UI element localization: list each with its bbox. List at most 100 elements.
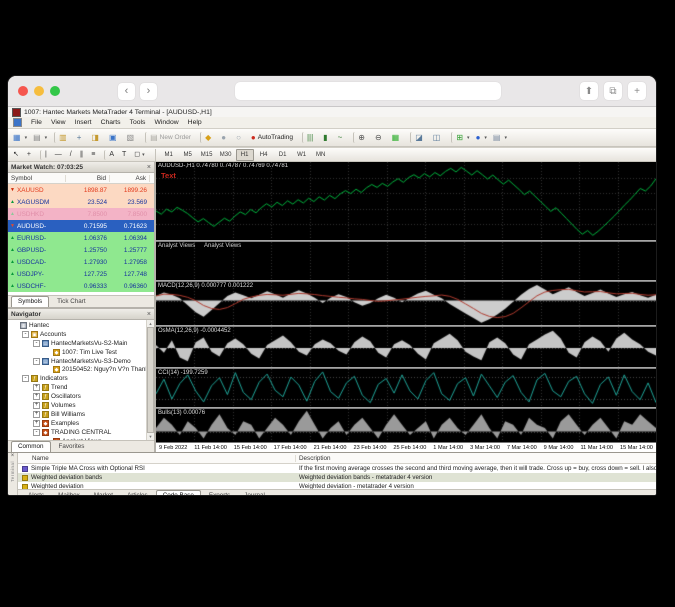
tree-item[interactable]: - ◆ TRADING CENTRAL bbox=[8, 428, 146, 437]
tree-expander-icon[interactable]: - bbox=[33, 340, 40, 347]
scroll-down-icon[interactable]: ▼ bbox=[149, 434, 153, 439]
close-icon[interactable]: × bbox=[147, 311, 151, 318]
toolbar-button[interactable]: ⊖ bbox=[373, 132, 388, 143]
drawing-tool-button[interactable]: A bbox=[104, 150, 118, 160]
tree-item[interactable]: - ▤ HantecMarketsVu-S3-Demo bbox=[8, 357, 146, 366]
toolbar-button[interactable]: ○ bbox=[234, 132, 247, 143]
new-tab-button[interactable]: + bbox=[628, 82, 646, 100]
terminal-tab[interactable]: Alerts bbox=[22, 491, 50, 495]
price-chart-pane[interactable]: AUDUSD-,H1 0.74780 0.74787 0.74769 0.747… bbox=[156, 162, 656, 240]
timeframe-button[interactable]: M30 bbox=[217, 149, 235, 161]
tree-item[interactable]: + ◆ Examples bbox=[8, 419, 146, 428]
drawing-tool-button[interactable]: ∥ bbox=[78, 150, 88, 160]
market-watch-row[interactable]: ▲GBPUSD- 1.25750 1.25777 bbox=[8, 244, 154, 256]
timeframe-button[interactable]: M5 bbox=[179, 149, 197, 161]
osma-pane[interactable]: OsMA(12,26,9) -0.0004452 bbox=[156, 327, 656, 367]
codebase-row[interactable]: Weighted deviation bands Weighted deviat… bbox=[18, 473, 656, 482]
toolbar-button[interactable]: + bbox=[75, 132, 88, 143]
drawing-tool-button[interactable]: ≡ bbox=[89, 150, 99, 160]
forward-button[interactable]: › bbox=[140, 83, 157, 100]
column-description[interactable]: Description bbox=[296, 455, 656, 462]
column-bid[interactable]: Bid bbox=[66, 175, 110, 182]
tree-expander-icon[interactable]: + bbox=[33, 411, 40, 418]
toolbar-button[interactable]: ◆ bbox=[200, 132, 217, 143]
market-watch-row[interactable]: ▲USDCHF- 0.96333 0.96360 bbox=[8, 280, 154, 292]
share-icon[interactable]: ⬆ bbox=[580, 82, 598, 100]
market-watch-row[interactable]: ▲USDJPY- 127.725 127.748 bbox=[8, 268, 154, 280]
toolbar-button[interactable]: ◫ bbox=[431, 132, 447, 143]
menu-item[interactable]: Window bbox=[154, 119, 178, 126]
column-ask[interactable]: Ask bbox=[110, 175, 150, 182]
toolbar-button[interactable]: ◨ bbox=[89, 132, 105, 143]
toolbar-button[interactable]: ● ▾ bbox=[474, 132, 489, 143]
tree-item[interactable]: - ▤ HantecMarketsVu-S2-Main bbox=[8, 339, 146, 348]
terminal-tab[interactable]: Mailbox bbox=[52, 491, 86, 495]
bulls-power-pane[interactable]: Bulls(13) 0.00076 bbox=[156, 409, 656, 442]
close-window-button[interactable] bbox=[18, 86, 28, 96]
toolbar-button[interactable]: ~ bbox=[336, 132, 349, 143]
tab-tick-chart[interactable]: Tick Chart bbox=[51, 297, 91, 307]
timeframe-button[interactable]: M1 bbox=[160, 149, 178, 161]
timeframe-button[interactable]: MN bbox=[312, 149, 330, 161]
timeframe-button[interactable]: M15 bbox=[198, 149, 216, 161]
tree-expander-icon[interactable]: - bbox=[22, 375, 29, 382]
drawing-tool-button[interactable]: + bbox=[25, 150, 35, 160]
menu-item[interactable]: Tools bbox=[130, 119, 146, 126]
tree-expander-icon[interactable]: + bbox=[33, 402, 40, 409]
toolbar-button[interactable]: ▮ bbox=[321, 132, 333, 143]
column-name[interactable]: Name bbox=[18, 455, 296, 462]
tree-item[interactable]: - ƒ Indicators bbox=[8, 374, 146, 383]
menu-item[interactable]: Charts bbox=[101, 119, 121, 126]
close-icon[interactable]: × bbox=[11, 453, 15, 460]
scroll-up-icon[interactable]: ▲ bbox=[149, 321, 153, 326]
column-symbol[interactable]: Symbol bbox=[8, 175, 66, 182]
market-watch-row[interactable]: ▼XAUUSD 1898.87 1899.26 bbox=[8, 184, 154, 196]
address-bar[interactable] bbox=[235, 82, 501, 100]
toolbar-button[interactable]: ⊞ ▾ bbox=[451, 132, 471, 143]
toolbar-button[interactable]: ▦ bbox=[390, 132, 406, 143]
timeframe-button[interactable]: D1 bbox=[274, 149, 292, 161]
drawing-tool-button[interactable]: / bbox=[68, 150, 76, 160]
cci-pane[interactable]: CCI(14) -199.7259 bbox=[156, 369, 656, 407]
market-watch-row[interactable]: ▼AUDUSD- 0.71595 0.71623 bbox=[8, 220, 154, 232]
toolbar-button[interactable]: ▦ ▾ bbox=[11, 132, 29, 143]
terminal-tab[interactable]: Market bbox=[88, 491, 119, 495]
macd-pane[interactable]: MACD(12,26,9) 0.000777 0.001222 bbox=[156, 282, 656, 325]
tab-favorites[interactable]: Favorites bbox=[53, 442, 91, 452]
toolbar-button[interactable]: ▤ ▾ bbox=[31, 132, 49, 143]
tree-item[interactable]: ◆ 20150452: Nguy?n V?n Thanh bbox=[8, 365, 146, 374]
codebase-row[interactable]: Simple Triple MA Cross with Optional RSI… bbox=[18, 464, 656, 473]
market-watch-row[interactable]: ▲USDCAD- 1.27930 1.27958 bbox=[8, 256, 154, 268]
fullscreen-window-button[interactable] bbox=[50, 86, 60, 96]
tree-expander-icon[interactable]: - bbox=[33, 358, 40, 365]
navigator-scrollbar[interactable]: ▲ ▼ bbox=[146, 320, 154, 440]
tree-expander-icon[interactable]: - bbox=[22, 331, 29, 338]
toolbar-button[interactable]: ||| bbox=[302, 132, 319, 143]
toolbar-button[interactable]: ▤ New Order bbox=[145, 132, 195, 143]
toolbar-button[interactable]: ▧ bbox=[125, 132, 141, 143]
timeframe-button[interactable]: W1 bbox=[293, 149, 311, 161]
terminal-tab[interactable]: Articles bbox=[121, 491, 154, 495]
drawing-tool-button[interactable]: | bbox=[40, 150, 51, 160]
analyst-views-pane[interactable]: Analyst Views Analyst Views bbox=[156, 242, 656, 280]
toolbar-button[interactable]: ● AutoTrading bbox=[249, 132, 297, 143]
minimize-window-button[interactable] bbox=[34, 86, 44, 96]
tab-common[interactable]: Common bbox=[11, 441, 51, 452]
toolbar-button[interactable]: ▥ bbox=[54, 132, 73, 143]
market-watch-header[interactable]: Market Watch: 07:03:25 × bbox=[8, 162, 154, 173]
tree-expander-icon[interactable]: + bbox=[33, 384, 40, 391]
toolbar-button[interactable]: ▣ bbox=[107, 132, 123, 143]
menu-item[interactable]: File bbox=[31, 119, 42, 126]
back-button[interactable]: ‹ bbox=[118, 83, 135, 100]
tree-item[interactable]: ◆ 1007: Tim Live Test bbox=[8, 348, 146, 357]
drawing-tool-button[interactable]: ↖ bbox=[11, 150, 23, 160]
tree-item[interactable]: ▦ Hantec bbox=[8, 321, 146, 330]
timeframe-button[interactable]: H4 bbox=[255, 149, 273, 161]
toolbar-button[interactable]: ◪ bbox=[410, 132, 429, 143]
menu-item[interactable]: Help bbox=[188, 119, 202, 126]
tree-expander-icon[interactable]: + bbox=[33, 393, 40, 400]
tree-item[interactable]: + ƒ Trend bbox=[8, 383, 146, 392]
drawing-tool-button[interactable]: T bbox=[120, 150, 130, 160]
tab-symbols[interactable]: Symbols bbox=[11, 296, 49, 307]
tree-item[interactable]: + ƒ Bill Williams bbox=[8, 410, 146, 419]
